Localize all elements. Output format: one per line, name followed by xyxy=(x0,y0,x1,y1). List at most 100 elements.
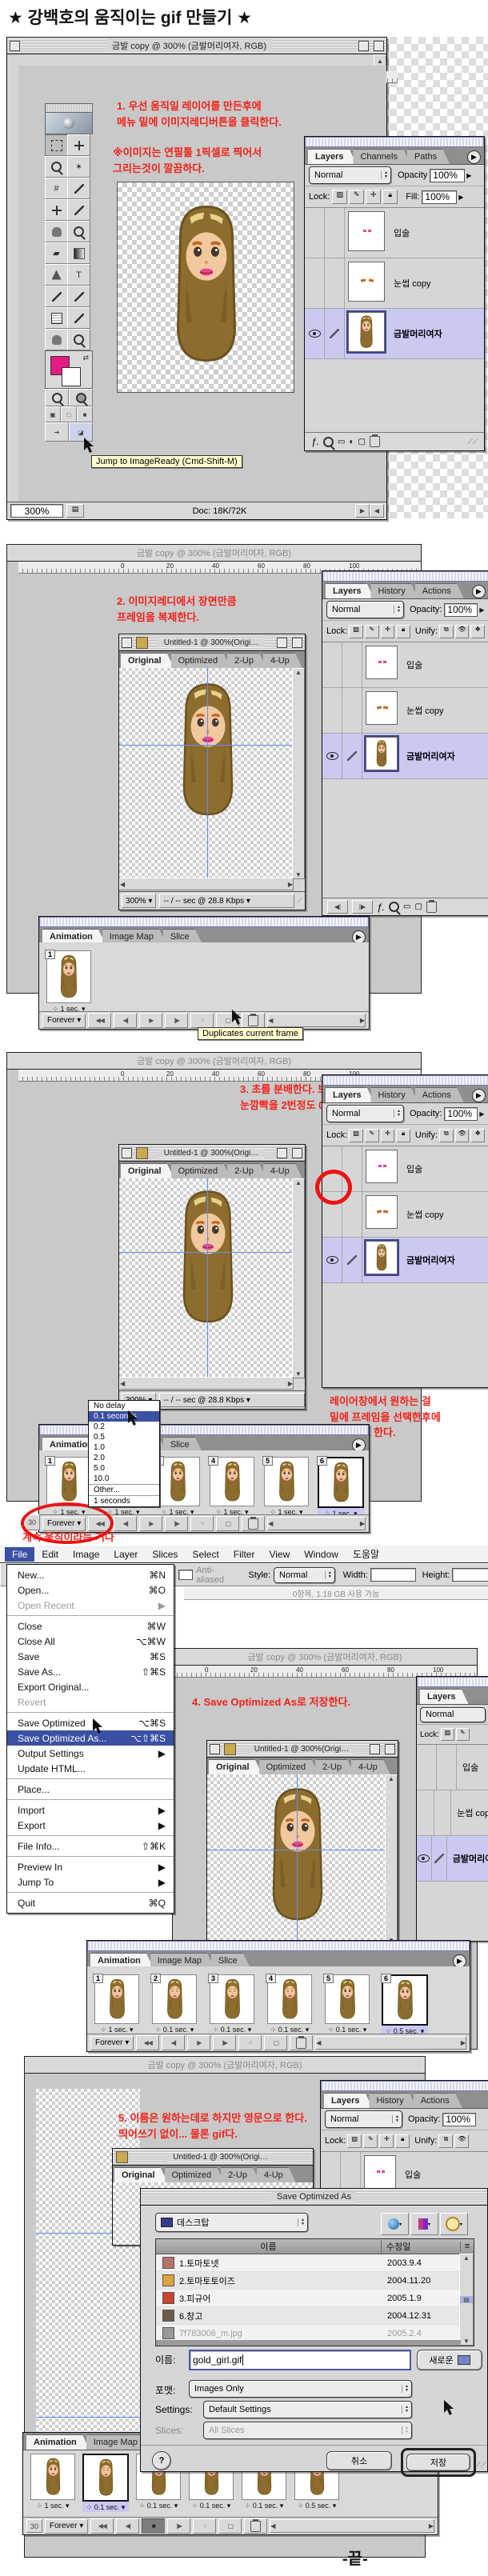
delete-frame-icon[interactable] xyxy=(244,2518,267,2534)
visibility-toggle[interactable] xyxy=(417,1745,437,1790)
layer-row[interactable]: 눈썹 copy xyxy=(322,688,488,734)
animation-frame[interactable]: 1⁘ 1 sec. ▾ xyxy=(46,950,92,1014)
collapse-box-icon[interactable] xyxy=(374,41,384,51)
tool-hand-icon[interactable] xyxy=(45,329,68,350)
layer-thumbnail[interactable] xyxy=(366,1241,398,1274)
tool-type-icon[interactable]: T xyxy=(67,264,90,286)
menubar-item-slices[interactable]: Slices xyxy=(145,1547,185,1562)
fill-slider-icon[interactable]: ▶ xyxy=(458,194,463,201)
menubar-item-filter[interactable]: Filter xyxy=(226,1547,262,1562)
layer-row[interactable]: 눈썹 copy xyxy=(305,258,484,309)
layer-thumbnail[interactable] xyxy=(366,1195,398,1229)
opacity-value[interactable]: 100% xyxy=(444,603,478,617)
tab-layers[interactable]: Layers xyxy=(326,1087,374,1102)
tab-2up[interactable]: 2-Up xyxy=(221,2167,260,2182)
favorites-button[interactable]: ▾ xyxy=(410,2213,438,2235)
quickmask-mode-icon[interactable] xyxy=(69,389,93,406)
link-toggle[interactable] xyxy=(325,258,345,308)
stop-icon[interactable]: ■ xyxy=(142,2518,165,2534)
layer-thumbnail[interactable] xyxy=(366,737,398,770)
animation-frame[interactable]: 1⁘ 1 sec. ▾ xyxy=(94,1974,140,2034)
next-frame-icon[interactable]: |▶ xyxy=(213,2035,236,2050)
animation-frame[interactable]: 3⁘ 0.1 sec. ▾ xyxy=(209,1974,255,2034)
file-row[interactable]: 1.토마토넷2003.9.4 xyxy=(156,2254,461,2272)
layer-name[interactable]: 입술 xyxy=(457,1745,478,1790)
animation-frame[interactable]: ⁘ 1 sec. ▾ xyxy=(30,2454,76,2510)
lock-transparency-icon[interactable]: ▨ xyxy=(349,625,363,638)
layer-name[interactable]: 눈썹 copy xyxy=(451,1790,488,1835)
screen-mode-fullbar-icon[interactable]: ■ xyxy=(77,406,93,422)
close-box-icon[interactable] xyxy=(122,638,132,648)
tool-gradient-icon[interactable] xyxy=(67,242,90,264)
jump-to-imageready-button[interactable]: ◪ xyxy=(69,422,93,442)
collapse-box-icon[interactable] xyxy=(292,638,302,648)
lock-all-icon[interactable]: 🔒︎ xyxy=(396,625,410,638)
play-icon[interactable]: ▶ xyxy=(187,2035,210,2050)
duplicate-frame-icon[interactable]: ▢ xyxy=(264,2035,287,2050)
animation-frame[interactable]: 5⁘ 1 sec. ▾ xyxy=(263,1457,310,1517)
play-icon[interactable]: ▶ xyxy=(139,1013,162,1028)
link-toggle[interactable] xyxy=(325,208,345,258)
play-icon[interactable]: ▶ xyxy=(139,1516,162,1531)
prev-frame-icon[interactable]: ◀| xyxy=(162,2035,185,2050)
layer-name[interactable]: 눈썹 copy xyxy=(401,1192,444,1237)
next-frame-icon[interactable]: |▶ xyxy=(167,2518,190,2534)
new-set-icon[interactable]: ▭ xyxy=(338,438,345,446)
tween-icon[interactable]: ⁘ xyxy=(190,1013,214,1028)
layer-row[interactable]: 입술 xyxy=(305,208,484,258)
prev-frame-icon[interactable]: ◀| xyxy=(114,1013,137,1028)
tab-original[interactable]: Original xyxy=(121,653,174,668)
visibility-toggle[interactable] xyxy=(322,688,342,733)
visibility-eye-icon[interactable] xyxy=(322,734,342,778)
layer-name[interactable]: 입술 xyxy=(388,208,410,258)
delay-option[interactable]: 1 seconds xyxy=(89,1495,159,1506)
lock-all-icon[interactable]: 🔒︎ xyxy=(382,190,398,204)
delay-option[interactable]: 10.0 xyxy=(89,1474,159,1484)
layer-thumbnail[interactable] xyxy=(366,691,398,725)
layer-name[interactable]: 금발머리여자 xyxy=(401,1238,455,1282)
tool-history-brush-icon[interactable] xyxy=(67,221,90,242)
link-toggle[interactable] xyxy=(434,1790,452,1835)
tab-2up[interactable]: 2-Up xyxy=(315,1759,354,1774)
visibility-eye-icon[interactable] xyxy=(322,1238,342,1282)
layer-row[interactable]: 입술 xyxy=(417,1745,488,1790)
resize-grip-icon[interactable]: ⟋⟋ xyxy=(475,2461,486,2470)
menu-item-close[interactable]: Close⌘W xyxy=(7,1618,174,1634)
column-date[interactable]: 수정일 xyxy=(381,2240,460,2253)
file-row[interactable]: 6.창고2004.12.31 xyxy=(156,2307,461,2325)
animation-frame[interactable]: 6⁘ 0.5 sec. ▾ xyxy=(382,1974,428,2036)
layer-row[interactable]: 금발머리여자 xyxy=(322,734,488,779)
lock-paint-icon[interactable]: ✎ xyxy=(365,625,379,638)
zoom-box-icon[interactable] xyxy=(277,638,287,648)
menu-item-open-[interactable]: Open...⌘O xyxy=(7,1582,174,1598)
blend-mode-select[interactable]: Normal▲▼ xyxy=(326,601,404,618)
screen-mode-standard-icon[interactable]: ▣ xyxy=(45,406,61,422)
resize-grip-icon[interactable]: ⟋ xyxy=(297,897,302,906)
menubar-item-file[interactable]: File xyxy=(5,1547,34,1562)
layer-name[interactable]: 금발머리여자 xyxy=(388,309,442,358)
export-icon[interactable]: ➔ xyxy=(45,422,69,442)
link-toggle[interactable] xyxy=(342,642,362,687)
layer-name[interactable]: 입술 xyxy=(401,1146,422,1191)
tab-4up[interactable]: 4-Up xyxy=(351,1759,390,1774)
menubar-item-layer[interactable]: Layer xyxy=(106,1547,145,1562)
visibility-toggle[interactable] xyxy=(305,208,325,258)
frame-delay[interactable]: ⁘ 0.1 sec. ▾ xyxy=(188,2502,234,2510)
tab-optimized[interactable]: Optimized xyxy=(171,653,231,668)
tool-crop-icon[interactable]: # xyxy=(45,178,68,199)
delay-option[interactable]: No delay xyxy=(89,1401,159,1411)
tool-lasso-icon[interactable] xyxy=(45,156,68,178)
tab-history[interactable]: History xyxy=(370,583,418,598)
lock-move-icon[interactable]: ✛ xyxy=(381,625,395,638)
layer-mask-icon[interactable] xyxy=(389,902,399,912)
tab-layers[interactable]: Layers xyxy=(308,149,356,164)
menu-item-preview-in[interactable]: Preview In▶ xyxy=(7,1859,174,1874)
layer-row[interactable]: 금발머리여자 xyxy=(305,309,484,359)
visibility-eye-icon[interactable] xyxy=(305,309,325,358)
tab-optimized[interactable]: Optimized xyxy=(165,2167,225,2182)
help-button[interactable]: ? xyxy=(152,2451,171,2470)
tab-2up[interactable]: 2-Up xyxy=(227,653,266,668)
page-icon[interactable]: ▤ xyxy=(66,504,84,518)
tab-4up[interactable]: 4-Up xyxy=(257,2167,296,2182)
tab-paths[interactable]: Paths xyxy=(407,149,450,164)
